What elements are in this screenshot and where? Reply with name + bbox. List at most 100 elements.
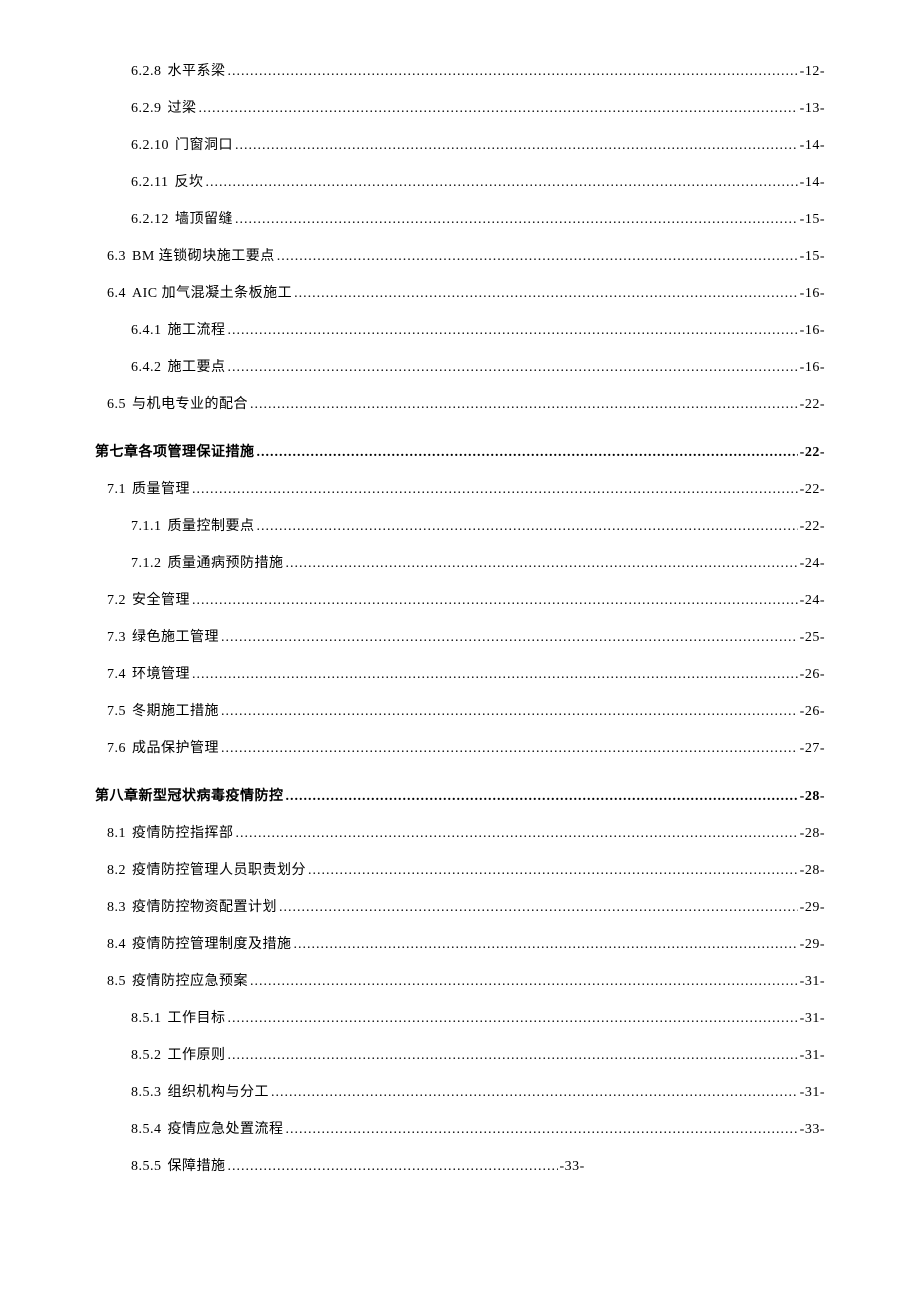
toc-entry-title: 疫情防控物资配置计划 [132, 896, 277, 916]
toc-entry-number: 7.1.1 [131, 519, 162, 535]
toc-entry: 6.4.1 施工流程 -16- [95, 319, 825, 339]
toc-leader-dots [228, 64, 798, 80]
toc-entry-title: 疫情防控指挥部 [132, 822, 234, 842]
toc-leader-dots [228, 1048, 798, 1064]
toc-entry: 8.5.5保障措施-33- [95, 1155, 825, 1175]
toc-entry-title: 施工要点 [168, 356, 226, 376]
toc-leader-dots [257, 445, 798, 461]
table-of-contents: 6.2.8水平系梁-12-6.2.9过梁-13-6.2.10门窗洞口-14-6.… [95, 60, 825, 1175]
toc-entry-title: 施工流程 [168, 319, 226, 339]
toc-entry-number: 6.4 [107, 286, 126, 302]
toc-entry-title: 门窗洞口 [175, 134, 233, 154]
toc-entry-number: 6.2.10 [131, 138, 169, 154]
toc-leader-dots [199, 101, 798, 117]
toc-entry-title: 水平系梁 [168, 60, 226, 80]
toc-entry: 7.1.2 质量通病预防措施 -24- [95, 552, 825, 572]
toc-entry: 第八章新型冠状病毒疫情防控 -28- [95, 785, 825, 805]
toc-entry-title: 第八章新型冠状病毒疫情防控 [95, 785, 284, 805]
toc-entry-title: 工作目标 [168, 1007, 226, 1027]
toc-entry-title: 工作原则 [168, 1044, 226, 1064]
toc-entry: 8.5.4 疫情应急处置流程 -33- [95, 1118, 825, 1138]
toc-entry: 7.4环境管理-26- [95, 663, 825, 683]
toc-entry-title: 组织机构与分工 [168, 1081, 270, 1101]
toc-entry-page: -28- [800, 826, 825, 842]
toc-entry: 7.1质量管理-22- [95, 478, 825, 498]
toc-leader-dots [228, 1159, 558, 1175]
toc-leader-dots [192, 482, 798, 498]
toc-entry-number: 8.3 [107, 900, 126, 916]
toc-entry-number: 8.5.4 [131, 1122, 162, 1138]
toc-entry-page: -15- [800, 212, 825, 228]
toc-entry-number: 8.2 [107, 863, 126, 879]
toc-leader-dots [192, 593, 798, 609]
toc-entry: 8.5.2 工作原则 -31- [95, 1044, 825, 1064]
toc-leader-dots [236, 826, 798, 842]
toc-entry-number: 7.2 [107, 593, 126, 609]
toc-entry: 7.2安全管理-24- [95, 589, 825, 609]
toc-entry-page: -26- [800, 667, 825, 683]
toc-entry: 6.4.2施工要点-16- [95, 356, 825, 376]
toc-entry-number: 6.3 [107, 249, 126, 265]
toc-entry-number: 8.5 [107, 974, 126, 990]
toc-entry-page: -22- [800, 445, 825, 461]
toc-leader-dots [221, 630, 798, 646]
toc-entry-number: 6.4.1 [131, 323, 162, 339]
toc-leader-dots [228, 360, 798, 376]
toc-entry-number: 8.5.3 [131, 1085, 162, 1101]
toc-entry-number: 6.2.11 [131, 175, 168, 191]
toc-entry-page: -22- [800, 397, 825, 413]
toc-entry-number: 7.1.2 [131, 556, 162, 572]
toc-leader-dots [250, 974, 798, 990]
toc-leader-dots [221, 741, 798, 757]
toc-entry-page: -28- [800, 789, 825, 805]
toc-entry-page: -15- [800, 249, 825, 265]
toc-entry-title: BM 连锁砌块施工要点 [132, 245, 275, 265]
toc-entry-page: -24- [800, 556, 825, 572]
toc-entry-number: 7.5 [107, 704, 126, 720]
toc-entry: 8.5.1工作目标-31- [95, 1007, 825, 1027]
toc-entry-number: 6.2.9 [131, 101, 162, 117]
toc-leader-dots [205, 175, 797, 191]
toc-entry-title: 疫情应急处置流程 [168, 1118, 284, 1138]
toc-entry-page: -12- [800, 64, 825, 80]
toc-entry-page: -14- [800, 175, 825, 191]
toc-entry-title: 冬期施工措施 [132, 700, 219, 720]
toc-entry-title: 环境管理 [132, 663, 190, 683]
toc-entry: 7.1.1 质量控制要点 -22- [95, 515, 825, 535]
toc-entry-page: -22- [800, 519, 825, 535]
toc-leader-dots [235, 138, 798, 154]
toc-entry: 6.3 BM 连锁砌块施工要点 -15- [95, 245, 825, 265]
toc-entry-page: -16- [800, 286, 825, 302]
toc-leader-dots [192, 667, 798, 683]
toc-entry-page: -33- [560, 1159, 585, 1175]
toc-leader-dots [294, 286, 798, 302]
toc-entry-title: 成品保护管理 [132, 737, 219, 757]
toc-entry-page: -16- [800, 323, 825, 339]
toc-entry-title: 反坎 [174, 171, 203, 191]
toc-entry-title: 质量通病预防措施 [168, 552, 284, 572]
toc-entry: 6.2.10 门窗洞口 -14- [95, 134, 825, 154]
toc-entry-page: -13- [800, 101, 825, 117]
toc-entry-number: 7.6 [107, 741, 126, 757]
toc-entry-title: 疫情防控管理制度及措施 [132, 933, 292, 953]
toc-entry-title: 质量控制要点 [168, 515, 255, 535]
toc-entry: 第七章各项管理保证措施-22- [95, 441, 825, 461]
toc-entry-page: -31- [800, 1048, 825, 1064]
toc-entry: 6.2.8水平系梁-12- [95, 60, 825, 80]
toc-entry-page: -14- [800, 138, 825, 154]
toc-entry-page: -33- [800, 1122, 825, 1138]
toc-entry-page: -31- [800, 974, 825, 990]
toc-entry-number: 8.4 [107, 937, 126, 953]
toc-entry: 8.5.3组织机构与分工-31- [95, 1081, 825, 1101]
toc-entry-page: -29- [800, 900, 825, 916]
toc-leader-dots [250, 397, 798, 413]
toc-entry-page: -22- [800, 482, 825, 498]
toc-entry-title: 与机电专业的配合 [132, 393, 248, 413]
toc-entry-title: 墙顶留缝 [175, 208, 233, 228]
toc-leader-dots [286, 1122, 798, 1138]
toc-entry-title: 疫情防控管理人员职责划分 [132, 859, 306, 879]
toc-entry: 8.3 疫情防控物资配置计划 -29- [95, 896, 825, 916]
toc-leader-dots [294, 937, 798, 953]
toc-entry-number: 8.5.2 [131, 1048, 162, 1064]
toc-entry-title: 安全管理 [132, 589, 190, 609]
